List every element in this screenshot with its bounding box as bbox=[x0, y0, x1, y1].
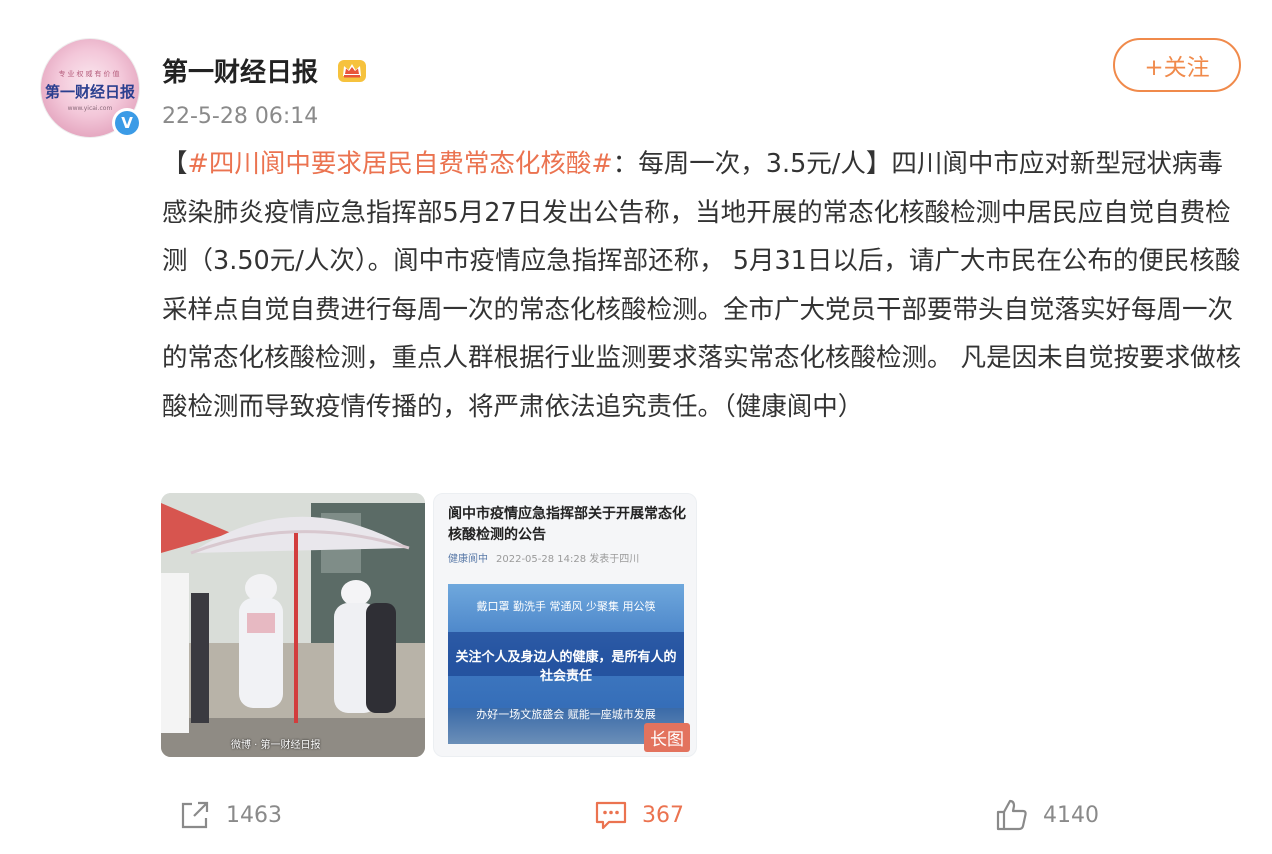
avatar-top-text: 专业权威有价值 bbox=[58, 70, 122, 78]
share-icon bbox=[181, 801, 209, 829]
long-image-badge: 长图 bbox=[644, 723, 690, 752]
banner-line-2: 关注个人及身边人的健康，是所有人的社会责任 bbox=[455, 650, 677, 684]
post-text: 【#四川阆中要求居民自费常态化核酸#：每周一次，3.5元/人】四川阆中市应对新型… bbox=[162, 140, 1242, 431]
thumbs-up-icon bbox=[996, 799, 1027, 831]
crown-icon bbox=[338, 60, 366, 82]
notice-meta: 健康阆中 2022-05-28 14:28 发表于四川 bbox=[448, 550, 639, 565]
verified-mark: V bbox=[115, 111, 139, 135]
notice-title: 阆中市疫情应急指挥部关于开展常态化核酸检测的公告 bbox=[448, 506, 686, 543]
post-text-body: ：每周一次，3.5元/人】四川阆中市应对新型冠状病毒感染肺炎疫情应急指挥部5月2… bbox=[162, 149, 1242, 422]
hashtag-link[interactable]: #四川阆中要求居民自费常态化核酸# bbox=[188, 149, 613, 179]
post-text-prefix: 【 bbox=[162, 149, 188, 179]
notice-banner: 戴口罩 勤洗手 常通风 少聚集 用公筷 关注个人及身边人的健康，是所有人的社会责… bbox=[448, 584, 684, 744]
testing-scene-illustration bbox=[161, 493, 425, 757]
action-bar: 1463 367 4140 bbox=[0, 790, 1272, 840]
follow-button[interactable]: +关注 bbox=[1113, 38, 1241, 92]
repost-button[interactable]: 1463 bbox=[178, 790, 282, 840]
avatar-logo-text: 第一财经日报 bbox=[44, 83, 135, 101]
like-count: 4140 bbox=[1043, 802, 1099, 828]
comment-count: 367 bbox=[642, 802, 684, 828]
like-button[interactable]: 4140 bbox=[995, 790, 1099, 840]
post-time[interactable]: 22-5-28 06:14 bbox=[162, 104, 318, 129]
post-image-photo[interactable]: 微博 · 第一财经日报 bbox=[161, 493, 425, 757]
author-name[interactable]: 第一财经日报 bbox=[162, 52, 318, 89]
banner-line-3: 办好一场文旅盛会 赋能一座城市发展 bbox=[476, 708, 656, 721]
banner-line-1: 戴口罩 勤洗手 常通风 少聚集 用公筷 bbox=[476, 600, 656, 613]
image-watermark: 微博 · 第一财经日报 bbox=[231, 740, 321, 751]
repost-count: 1463 bbox=[226, 802, 282, 828]
notice-date: 2022-05-28 14:28 发表于四川 bbox=[496, 554, 640, 565]
notice-source: 健康阆中 bbox=[448, 554, 488, 565]
post-image-notice[interactable]: 阆中市疫情应急指挥部关于开展常态化核酸检测的公告 健康阆中 2022-05-28 … bbox=[433, 493, 697, 757]
author-avatar[interactable]: 专业权威有价值 第一财经日报 www.yicai.com V bbox=[40, 38, 142, 138]
comment-icon bbox=[595, 801, 627, 830]
verified-badge-icon: V bbox=[112, 108, 142, 138]
comment-button[interactable]: 367 bbox=[594, 790, 684, 840]
